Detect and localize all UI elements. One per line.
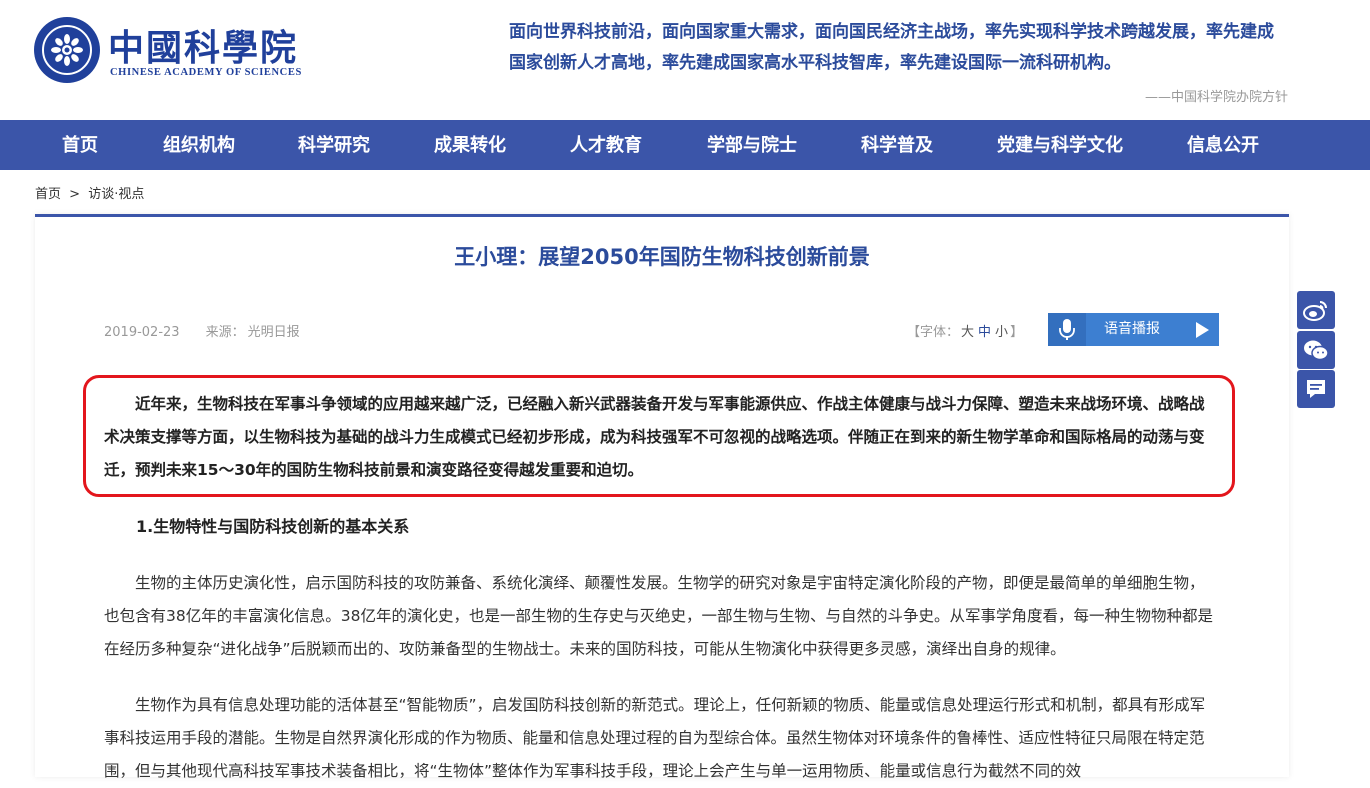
nav-item-party-culture[interactable]: 党建与科学文化 [997,120,1123,170]
article-paragraph: 生物的主体历史演化性，启示国防科技的攻防兼备、系统化演绎、颠覆性发展。生物学的研… [104,574,1213,658]
nav-item-education[interactable]: 人才教育 [570,120,642,170]
microphone-icon [1048,313,1086,346]
weibo-share-icon[interactable] [1297,291,1335,329]
cas-logo[interactable]: 中國科學院 CHINESE ACADEMY OF SCIENCES [34,17,301,83]
breadcrumb-home[interactable]: 首页 [35,187,61,202]
voice-broadcast-button[interactable]: 语音播报 [1048,313,1219,346]
font-size-suffix: 】 [1010,325,1024,340]
header-motto: 面向世界科技前沿，面向国家重大需求，面向国民经济主战场，率先实现科学技术跨越发展… [509,22,1274,73]
nav-item-home[interactable]: 首页 [62,120,98,170]
nav-item-research[interactable]: 科学研究 [298,120,370,170]
nav-item-organization[interactable]: 组织机构 [163,120,235,170]
nav-item-academicians[interactable]: 学部与院士 [707,120,797,170]
play-icon [1196,322,1209,338]
article-meta: 2019-02-23 来源： 光明日报 [104,321,300,340]
article-source: 光明日报 [247,325,300,340]
article-date: 2019-02-23 [104,325,180,340]
nav-item-popular-science[interactable]: 科学普及 [861,120,933,170]
main-nav: 首页 组织机构 科学研究 成果转化 人才教育 学部与院士 科学普及 党建与科学文… [0,120,1370,170]
comment-icon[interactable] [1297,370,1335,408]
article-card: 王小理：展望2050年国防生物科技创新前景 2019-02-23 来源： 光明日报 … [35,214,1289,780]
nav-item-information[interactable]: 信息公开 [1187,120,1259,170]
voice-broadcast-label: 语音播报 [1104,321,1160,337]
logo-chinese-name: 中國科學院 [108,27,299,69]
logo-english-name: CHINESE ACADEMY OF SCIENCES [110,67,302,78]
breadcrumb-current[interactable]: 访谈·视点 [88,187,144,202]
font-size-large[interactable]: 大 [961,325,974,340]
article-title: 王小理：展望2050年国防生物科技创新前景 [454,245,870,269]
font-size-prefix: 【字体： [907,325,960,340]
motto-source: ——中国科学院办院方针 [1144,90,1288,105]
site-header: 中國科學院 CHINESE ACADEMY OF SCIENCES 面向世界科技… [0,0,1370,120]
article-paragraph: 生物作为具有信息处理功能的活体甚至“智能物质”，启发国防科技创新的新范式。理论上… [104,696,1206,780]
article-source-label: 来源： [205,325,245,340]
section-heading: 1.生物特性与国防科技创新的基本关系 [136,517,410,536]
nav-item-innovation[interactable]: 成果转化 [434,120,506,170]
font-size-medium[interactable]: 中 [978,325,991,340]
breadcrumb: 首页 > 访谈·视点 [35,183,144,202]
font-size-switcher: 【字体：大中小】 [907,321,1023,340]
font-size-small[interactable]: 小 [995,325,1008,340]
breadcrumb-separator: > [69,187,81,202]
article-lead: 近年来，生物科技在军事斗争领域的应用越来越广泛，已经融入新兴武器装备开发与军事能… [104,395,1205,479]
cas-emblem-icon [34,17,100,83]
wechat-share-icon[interactable] [1297,331,1335,369]
